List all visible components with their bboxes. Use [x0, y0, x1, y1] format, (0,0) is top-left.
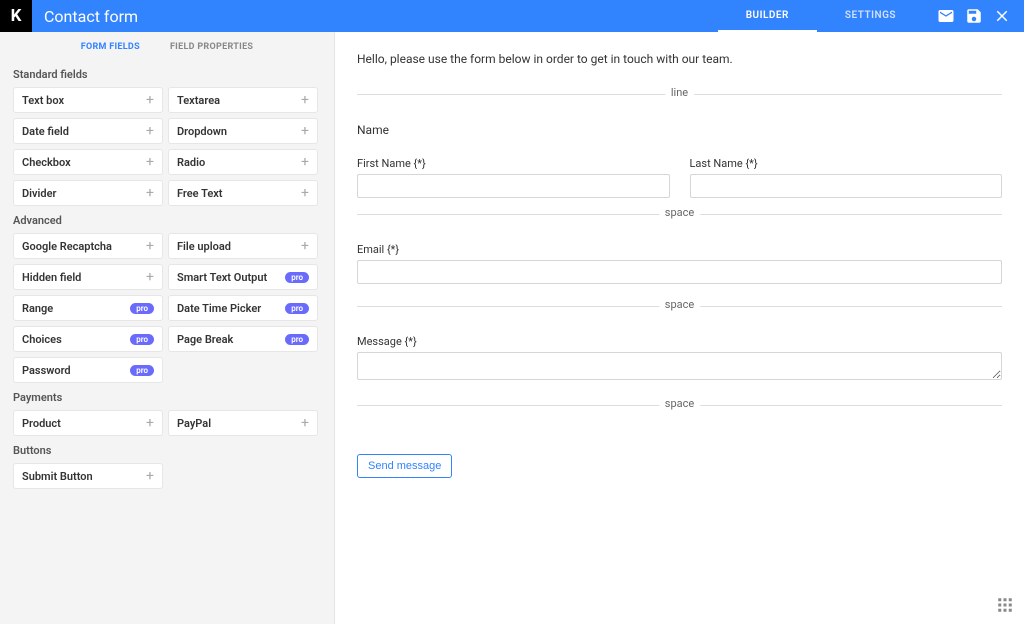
plus-icon: + — [301, 93, 309, 107]
first-name-label: First Name {*} — [357, 157, 670, 170]
first-name-input[interactable] — [357, 174, 670, 198]
sidebar: FORM FIELDS FIELD PROPERTIES Standard fi… — [0, 32, 335, 624]
field-label: Range — [22, 302, 53, 315]
field-label: Date field — [22, 125, 69, 138]
close-icon[interactable] — [988, 2, 1016, 30]
field-file-upload[interactable]: File upload + — [168, 233, 318, 259]
divider-label: line — [665, 86, 694, 99]
mail-icon[interactable] — [932, 2, 960, 30]
field-smart-text-output[interactable]: Smart Text Output pro — [168, 264, 318, 290]
pro-badge: pro — [130, 303, 154, 314]
field-label: Divider — [22, 187, 56, 200]
divider-label: space — [659, 397, 700, 410]
field-paypal[interactable]: PayPal + — [168, 410, 318, 436]
divider-space-1[interactable]: space — [357, 214, 1002, 215]
plus-icon: + — [146, 270, 154, 284]
app-header: K Contact form BUILDER SETTINGS — [0, 0, 1024, 32]
tab-settings[interactable]: SETTINGS — [817, 0, 924, 32]
plus-icon: + — [146, 93, 154, 107]
group-label-buttons: Buttons — [0, 436, 334, 463]
save-icon[interactable] — [960, 2, 988, 30]
divider-space-3[interactable]: space — [357, 405, 1002, 406]
pro-badge: pro — [130, 365, 154, 376]
email-input[interactable] — [357, 260, 1002, 284]
field-label: Submit Button — [22, 470, 93, 483]
field-textarea[interactable]: Textarea + — [168, 87, 318, 113]
field-label: Dropdown — [177, 125, 227, 138]
field-password[interactable]: Password pro — [13, 357, 163, 383]
header-tabs: BUILDER SETTINGS — [718, 0, 924, 32]
group-label-standard: Standard fields — [0, 60, 334, 87]
field-date-field[interactable]: Date field + — [13, 118, 163, 144]
group-label-payments: Payments — [0, 383, 334, 410]
field-label: Choices — [22, 333, 62, 346]
form-canvas[interactable]: Hello, please use the form below in orde… — [335, 32, 1024, 624]
plus-icon: + — [146, 155, 154, 169]
grid-toggle-icon[interactable] — [994, 594, 1016, 616]
pro-badge: pro — [130, 334, 154, 345]
field-choices[interactable]: Choices pro — [13, 326, 163, 352]
plus-icon: + — [301, 124, 309, 138]
plus-icon: + — [301, 239, 309, 253]
field-label: Checkbox — [22, 156, 71, 169]
field-label: Google Recaptcha — [22, 240, 112, 253]
field-label: Page Break — [177, 333, 233, 346]
field-label: PayPal — [177, 417, 211, 430]
field-label: Password — [22, 364, 71, 377]
field-date-time-picker[interactable]: Date Time Picker pro — [168, 295, 318, 321]
field-checkbox[interactable]: Checkbox + — [13, 149, 163, 175]
tab-builder[interactable]: BUILDER — [718, 0, 817, 32]
field-label: Smart Text Output — [177, 271, 267, 284]
field-label: Hidden field — [22, 271, 81, 284]
field-dropdown[interactable]: Dropdown + — [168, 118, 318, 144]
plus-icon: + — [301, 186, 309, 200]
last-name-input[interactable] — [690, 174, 1003, 198]
group-label-advanced: Advanced — [0, 206, 334, 233]
divider-label: space — [659, 206, 700, 219]
plus-icon: + — [301, 155, 309, 169]
send-message-button[interactable]: Send message — [357, 454, 452, 478]
field-page-break[interactable]: Page Break pro — [168, 326, 318, 352]
field-label: Date Time Picker — [177, 302, 261, 315]
message-textarea[interactable] — [357, 352, 1002, 380]
field-divider[interactable]: Divider + — [13, 180, 163, 206]
pro-badge: pro — [285, 303, 309, 314]
field-label: Product — [22, 417, 61, 430]
sub-tab-form-fields[interactable]: FORM FIELDS — [81, 42, 140, 52]
divider-line[interactable]: line — [357, 94, 1002, 95]
field-free-text[interactable]: Free Text + — [168, 180, 318, 206]
plus-icon: + — [146, 124, 154, 138]
plus-icon: + — [146, 416, 154, 430]
field-label: Free Text — [177, 187, 223, 200]
plus-icon: + — [301, 416, 309, 430]
message-label: Message {*} — [357, 335, 1002, 348]
pro-badge: pro — [285, 334, 309, 345]
intro-text: Hello, please use the form below in orde… — [357, 52, 1002, 66]
field-label: Text box — [22, 94, 64, 107]
sidebar-sub-tabs: FORM FIELDS FIELD PROPERTIES — [0, 32, 334, 60]
field-label: File upload — [177, 240, 231, 253]
field-hidden-field[interactable]: Hidden field + — [13, 264, 163, 290]
email-label: Email {*} — [357, 243, 1002, 256]
form-title: Contact form — [44, 7, 138, 26]
field-google-recaptcha[interactable]: Google Recaptcha + — [13, 233, 163, 259]
field-submit-button[interactable]: Submit Button + — [13, 463, 163, 489]
field-label: Radio — [177, 156, 205, 169]
field-text-box[interactable]: Text box + — [13, 87, 163, 113]
plus-icon: + — [146, 186, 154, 200]
plus-icon: + — [146, 239, 154, 253]
divider-label: space — [659, 298, 700, 311]
plus-icon: + — [146, 469, 154, 483]
name-section-label: Name — [357, 123, 1002, 137]
field-radio[interactable]: Radio + — [168, 149, 318, 175]
divider-space-2[interactable]: space — [357, 306, 1002, 307]
field-product[interactable]: Product + — [13, 410, 163, 436]
field-range[interactable]: Range pro — [13, 295, 163, 321]
last-name-label: Last Name {*} — [690, 157, 1003, 170]
app-logo: K — [0, 0, 32, 32]
sub-tab-field-properties[interactable]: FIELD PROPERTIES — [170, 42, 253, 52]
pro-badge: pro — [285, 272, 309, 283]
field-label: Textarea — [177, 94, 220, 107]
